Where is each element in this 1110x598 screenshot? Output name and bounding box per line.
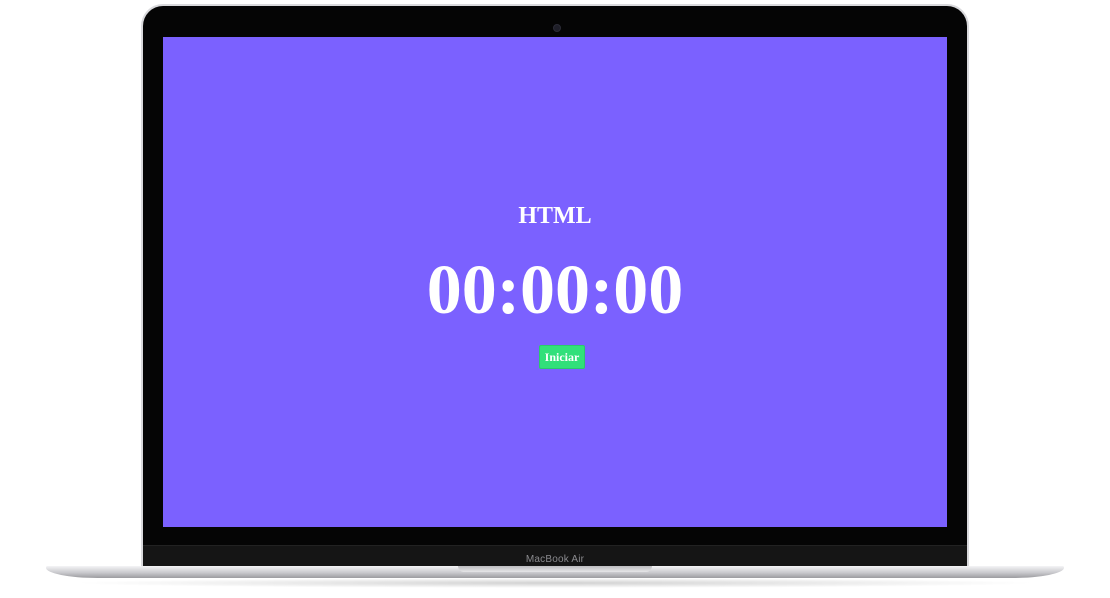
laptop-lid: HTML 00:00:00 Iniciar MacBook Air — [141, 4, 969, 570]
laptop-base — [46, 566, 1064, 578]
start-button[interactable]: Iniciar — [539, 345, 585, 369]
camera-icon — [553, 24, 561, 32]
laptop-shadow — [70, 578, 1040, 588]
screen-bezel: HTML 00:00:00 Iniciar MacBook Air — [143, 6, 967, 570]
timer-display: 00:00:00 — [426, 252, 684, 329]
laptop-mockup: HTML 00:00:00 Iniciar MacBook Air — [0, 0, 1110, 598]
app-screen: HTML 00:00:00 Iniciar — [163, 37, 947, 527]
device-model-label: MacBook Air — [525, 554, 585, 565]
page-title: HTML — [518, 203, 592, 229]
laptop-opening-notch — [458, 566, 652, 572]
